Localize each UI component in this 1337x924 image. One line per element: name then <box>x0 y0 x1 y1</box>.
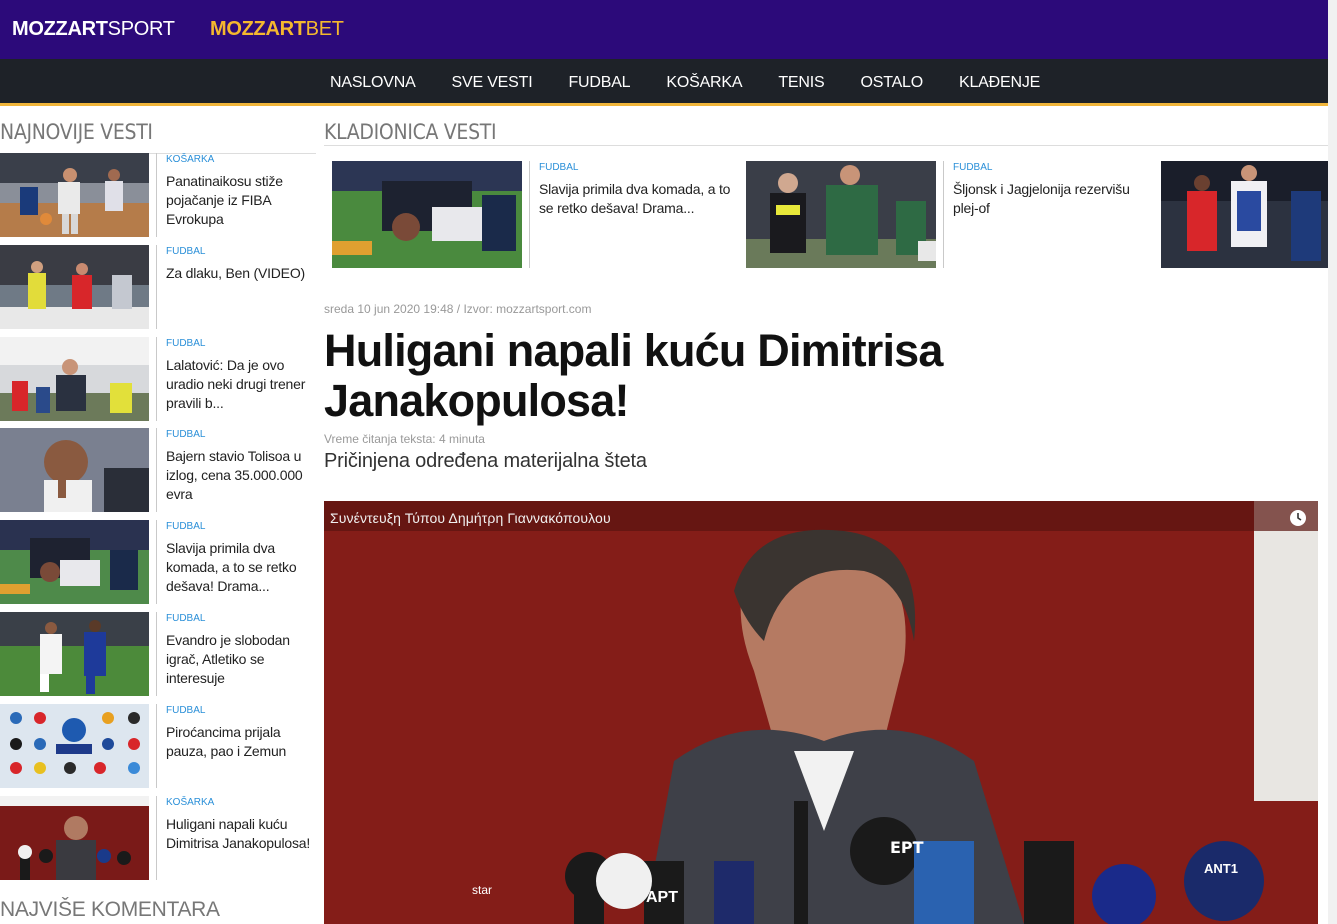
list-item[interactable]: FUDBAL Piroćancima prijala pauza, pao i … <box>0 704 316 788</box>
featured-item[interactable] <box>1161 161 1328 268</box>
mic-label: star <box>472 883 493 897</box>
news-thumbnail[interactable] <box>0 612 149 696</box>
nav-item-naslovna[interactable]: NASLOVNA <box>312 59 434 106</box>
video-title: Συνέντευξη Τύπου Δημήτρη Γιαννακόπουλου <box>330 510 611 526</box>
logo-bet-bold: MOZZART <box>210 18 306 40</box>
latest-news-title: NAJNOVIJE VESTI <box>0 120 316 154</box>
list-item[interactable]: FUDBAL Slavija primila dva komada, a to … <box>0 520 316 604</box>
article-headline: Huligani napali kuću Dimitrisa Janakopul… <box>324 325 943 426</box>
main-navigation: NASLOVNA SVE VESTI FUDBAL KOŠARKA TENIS … <box>0 59 1337 106</box>
featured-title[interactable]: Slavija primila dva komada, a to se retk… <box>539 180 734 218</box>
category-label[interactable]: FUDBAL <box>166 246 316 258</box>
news-thumbnail[interactable] <box>0 337 149 421</box>
news-title[interactable]: Huligani napali kuću Dimitrisa Janakopul… <box>166 815 316 853</box>
logo-sport-bold: MOZZART <box>12 18 108 40</box>
mozzart-bet-logo[interactable]: MOZZARTBET <box>210 17 344 41</box>
video-player[interactable]: Συνέντευξη Τύπου Δημήτρη Γιαννακόπουλου … <box>324 501 1318 924</box>
category-label[interactable]: FUDBAL <box>166 705 316 717</box>
category-label[interactable]: FUDBAL <box>166 429 316 441</box>
category-label[interactable]: FUDBAL <box>166 338 316 350</box>
article-meta: sreda 10 jun 2020 19:48 / Izvor: mozzart… <box>324 302 592 316</box>
news-title[interactable]: Evandro je slobodan igrač, Atletiko se i… <box>166 631 316 688</box>
betting-news-title: KLADIONICA VESTI <box>324 120 497 144</box>
logo-bet-thin: BET <box>305 18 344 40</box>
featured-thumbnail[interactable] <box>1161 161 1328 268</box>
top-bar: MOZZARTSPORT MOZZARTBET <box>0 0 1337 59</box>
featured-title[interactable]: Šljonsk i Jagjelonija rezervišu plej-of <box>953 180 1148 218</box>
mozzart-sport-logo[interactable]: MOZZARTSPORT <box>12 17 175 41</box>
betting-news-header: KLADIONICA VESTI <box>324 120 1337 146</box>
logo-sport-thin: SPORT <box>107 18 175 40</box>
article-subtitle: Pričinjena određena materijalna šteta <box>324 450 647 472</box>
news-title[interactable]: Slavija primila dva komada, a to se retk… <box>166 539 316 596</box>
news-title[interactable]: Panatinaikosu stiže pojačanje iz FIBA Ev… <box>166 172 316 229</box>
news-thumbnail[interactable] <box>0 796 149 880</box>
list-item[interactable]: FUDBAL Bajern stavio Tolisoa u izlog, ce… <box>0 428 316 512</box>
list-item[interactable]: FUDBAL Za dlaku, Ben (VIDEO) <box>0 245 316 329</box>
page-scrollbar[interactable] <box>1328 0 1337 924</box>
most-comments-title: NAJVIŠE KOMENTARA <box>0 898 220 921</box>
nav-item-kladjenje[interactable]: KLAĐENJE <box>941 59 1058 106</box>
nav-item-ostalo[interactable]: OSTALO <box>842 59 941 106</box>
category-label[interactable]: KOŠARKA <box>166 797 316 809</box>
news-thumbnail[interactable] <box>0 245 149 329</box>
nav-item-tenis[interactable]: TENIS <box>760 59 842 106</box>
category-label[interactable]: FUDBAL <box>166 613 316 625</box>
category-label[interactable]: KOŠARKA <box>166 154 316 166</box>
news-thumbnail[interactable] <box>0 520 149 604</box>
reading-time: Vreme čitanja teksta: 4 minuta <box>324 432 485 446</box>
category-label[interactable]: FUDBAL <box>539 162 734 174</box>
mic-label: EPT <box>890 838 924 857</box>
news-thumbnail[interactable] <box>0 704 149 788</box>
news-thumbnail[interactable] <box>0 153 149 237</box>
category-label[interactable]: FUDBAL <box>953 162 1148 174</box>
list-item[interactable]: KOŠARKA Huligani napali kuću Dimitrisa J… <box>0 796 316 880</box>
featured-item[interactable]: FUDBAL Šljonsk i Jagjelonija rezervišu p… <box>746 161 1148 268</box>
nav-item-sve-vesti[interactable]: SVE VESTI <box>434 59 551 106</box>
list-item[interactable]: FUDBAL Evandro je slobodan igrač, Atleti… <box>0 612 316 696</box>
category-label[interactable]: FUDBAL <box>166 521 316 533</box>
featured-item[interactable]: FUDBAL Slavija primila dva komada, a to … <box>332 161 734 268</box>
news-title[interactable]: Za dlaku, Ben (VIDEO) <box>166 264 316 283</box>
section-divider <box>324 145 1337 146</box>
watch-later-icon[interactable] <box>1287 507 1309 529</box>
mic-label: ΑΡΤ <box>646 889 678 906</box>
nav-item-kosarka[interactable]: KOŠARKA <box>648 59 760 106</box>
news-title[interactable]: Bajern stavio Tolisoa u izlog, cena 35.0… <box>166 447 316 504</box>
news-thumbnail[interactable] <box>0 428 149 512</box>
featured-thumbnail[interactable] <box>332 161 522 268</box>
list-item[interactable]: KOŠARKA Panatinaikosu stiže pojačanje iz… <box>0 153 316 237</box>
featured-thumbnail[interactable] <box>746 161 936 268</box>
nav-item-fudbal[interactable]: FUDBAL <box>550 59 648 106</box>
news-title[interactable]: Lalatović: Da je ovo uradio neki drugi t… <box>166 356 316 413</box>
video-frame <box>324 501 1318 924</box>
mic-label: ANT1 <box>1204 861 1238 876</box>
news-title[interactable]: Piroćancima prijala pauza, pao i Zemun <box>166 723 316 761</box>
list-item[interactable]: FUDBAL Lalatović: Da je ovo uradio neki … <box>0 337 316 421</box>
